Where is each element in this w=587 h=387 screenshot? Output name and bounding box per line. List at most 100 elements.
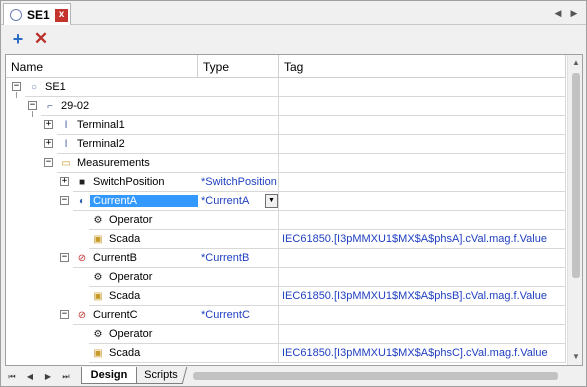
name-cell[interactable]: + ■ SwitchPosition bbox=[6, 173, 198, 192]
scroll-down-icon[interactable]: ▼ bbox=[568, 349, 582, 365]
table-row[interactable]: − ○ SE1 bbox=[6, 78, 566, 97]
row-name-label: Scada bbox=[109, 347, 141, 359]
tab-se1[interactable]: SE1 x bbox=[3, 3, 71, 25]
table-row[interactable]: + ■ SwitchPosition *SwitchPosition bbox=[6, 173, 566, 192]
name-cell[interactable]: − ◐ CurrentA bbox=[6, 192, 198, 211]
type-cell[interactable] bbox=[198, 116, 279, 135]
name-cell[interactable]: − ⊘ CurrentB bbox=[6, 249, 198, 268]
table-row[interactable]: ▣ Scada IEC61850.[I3pMMXU1$MX$A$phsB].cVal… bbox=[6, 287, 566, 306]
collapse-icon[interactable]: − bbox=[12, 82, 21, 91]
table-row[interactable]: + ǀ Terminal2 bbox=[6, 135, 566, 154]
name-cell[interactable]: ⚙ Operator bbox=[6, 325, 198, 344]
table-row[interactable]: − ⊘ CurrentB *CurrentB bbox=[6, 249, 566, 268]
document-tab-strip: SE1 x ◀ ▶ bbox=[1, 1, 586, 25]
name-cell[interactable]: ⚙ Operator bbox=[6, 268, 198, 287]
last-page-icon[interactable]: ⏭ bbox=[60, 370, 72, 383]
tag-cell[interactable]: IEC61850.[I3pMMXU1$MX$A$phsB].cVal.mag.f… bbox=[279, 287, 566, 306]
expand-icon[interactable]: + bbox=[60, 177, 69, 186]
name-cell[interactable]: ▣ Scada bbox=[6, 287, 198, 306]
scada-icon: ▣ bbox=[93, 234, 103, 245]
type-dropdown[interactable]: ▼ bbox=[198, 192, 279, 211]
name-cell[interactable]: ⚙ Operator bbox=[6, 211, 198, 230]
table-row[interactable]: ⚙ Operator bbox=[6, 325, 566, 344]
tag-cell[interactable] bbox=[279, 154, 566, 173]
tag-cell[interactable] bbox=[279, 192, 566, 211]
type-cell[interactable] bbox=[198, 344, 279, 363]
table-row[interactable]: + ǀ Terminal1 bbox=[6, 116, 566, 135]
column-header-type[interactable]: Type bbox=[198, 55, 279, 78]
type-cell[interactable]: *CurrentC bbox=[198, 306, 279, 325]
row-name-label: Scada bbox=[109, 290, 141, 302]
scrollbar-thumb[interactable] bbox=[572, 73, 580, 278]
table-row[interactable]: ▣ Scada IEC61850.[I3pMMXU1$MX$A$phsA].cVal… bbox=[6, 230, 566, 249]
collapse-icon[interactable]: − bbox=[44, 158, 53, 167]
tag-cell[interactable]: IEC61850.[I3pMMXU1$MX$A$phsC].cVal.mag.f… bbox=[279, 344, 566, 363]
expand-icon[interactable]: + bbox=[44, 139, 53, 148]
previous-page-icon[interactable]: ◀ bbox=[24, 370, 36, 383]
tag-cell[interactable] bbox=[279, 268, 566, 287]
bottom-tab-bar: ⏮ ◀ ▶ ⏭ Design Scripts bbox=[1, 367, 586, 386]
tag-cell[interactable] bbox=[279, 306, 566, 325]
type-cell[interactable] bbox=[198, 325, 279, 344]
table-row[interactable]: ⚙ Operator bbox=[6, 211, 566, 230]
name-cell[interactable]: + ǀ Terminal2 bbox=[6, 135, 198, 154]
delete-button[interactable]: ✕ bbox=[31, 29, 51, 49]
scroll-up-icon[interactable]: ▲ bbox=[568, 55, 582, 71]
collapse-icon[interactable]: − bbox=[60, 196, 69, 205]
name-cell[interactable]: − ⊘ CurrentC bbox=[6, 306, 198, 325]
tag-cell[interactable] bbox=[279, 173, 566, 192]
tab-design[interactable]: Design bbox=[81, 367, 137, 384]
type-cell[interactable] bbox=[198, 287, 279, 306]
row-name-label: Operator bbox=[109, 271, 153, 283]
tab-scripts[interactable]: Scripts bbox=[134, 367, 188, 384]
scroll-tabs-right-icon[interactable]: ▶ bbox=[568, 6, 580, 20]
tag-cell[interactable] bbox=[279, 249, 566, 268]
name-cell[interactable]: ▣ Scada bbox=[6, 230, 198, 249]
type-cell[interactable] bbox=[198, 154, 279, 173]
name-cell[interactable]: − ⌐ 29-02 bbox=[6, 97, 198, 116]
vertical-scrollbar[interactable]: ▲ ▼ bbox=[567, 55, 582, 365]
close-icon[interactable]: x bbox=[55, 9, 68, 22]
discrete-measurement-icon: ■ bbox=[78, 177, 86, 188]
table-row[interactable]: − ◐ CurrentA *CurrentA bbox=[6, 192, 566, 211]
name-cell[interactable]: + ǀ Terminal1 bbox=[6, 116, 198, 135]
type-cell[interactable] bbox=[198, 78, 279, 97]
type-cell[interactable]: *CurrentB bbox=[198, 249, 279, 268]
collapse-icon[interactable]: − bbox=[28, 101, 37, 110]
scroll-tabs-left-icon[interactable]: ◀ bbox=[552, 6, 564, 20]
first-page-icon[interactable]: ⏮ bbox=[6, 370, 18, 383]
tag-cell[interactable] bbox=[279, 135, 566, 154]
type-cell[interactable] bbox=[198, 135, 279, 154]
row-name-label: SwitchPosition bbox=[93, 176, 165, 188]
tag-cell[interactable] bbox=[279, 325, 566, 344]
tag-cell[interactable]: IEC61850.[I3pMMXU1$MX$A$phsA].cVal.mag.f… bbox=[279, 230, 566, 249]
column-header-tag[interactable]: Tag bbox=[279, 55, 566, 78]
horizontal-scrollbar[interactable] bbox=[191, 369, 571, 383]
table-row[interactable]: ⚙ Operator bbox=[6, 268, 566, 287]
tag-cell[interactable] bbox=[279, 211, 566, 230]
horizontal-scrollbar-thumb[interactable] bbox=[193, 372, 558, 380]
type-cell[interactable]: *SwitchPosition bbox=[198, 173, 279, 192]
folder-icon: ▭ bbox=[61, 158, 71, 169]
tag-cell[interactable] bbox=[279, 116, 566, 135]
type-cell[interactable] bbox=[198, 230, 279, 249]
table-row[interactable]: ▣ Scada IEC61850.[I3pMMXU1$MX$A$phsC].cVal… bbox=[6, 344, 566, 363]
type-cell[interactable] bbox=[198, 268, 279, 287]
tag-cell[interactable] bbox=[279, 78, 566, 97]
column-header-name[interactable]: Name bbox=[6, 55, 198, 78]
add-button[interactable]: + bbox=[8, 29, 28, 49]
table-row[interactable]: − ⌐ 29-02 bbox=[6, 97, 566, 116]
type-cell[interactable] bbox=[198, 97, 279, 116]
table-row[interactable]: − ⊘ CurrentC *CurrentC bbox=[6, 306, 566, 325]
type-cell[interactable] bbox=[198, 211, 279, 230]
collapse-icon[interactable]: − bbox=[60, 253, 69, 262]
name-cell[interactable]: − ○ SE1 bbox=[6, 78, 198, 97]
name-cell[interactable]: − ▭ Measurements bbox=[6, 154, 198, 173]
chevron-down-icon[interactable]: ▼ bbox=[265, 194, 278, 208]
tag-cell[interactable] bbox=[279, 97, 566, 116]
name-cell[interactable]: ▣ Scada bbox=[6, 344, 198, 363]
collapse-icon[interactable]: − bbox=[60, 310, 69, 319]
expand-icon[interactable]: + bbox=[44, 120, 53, 129]
table-row[interactable]: − ▭ Measurements bbox=[6, 154, 566, 173]
next-page-icon[interactable]: ▶ bbox=[42, 370, 54, 383]
